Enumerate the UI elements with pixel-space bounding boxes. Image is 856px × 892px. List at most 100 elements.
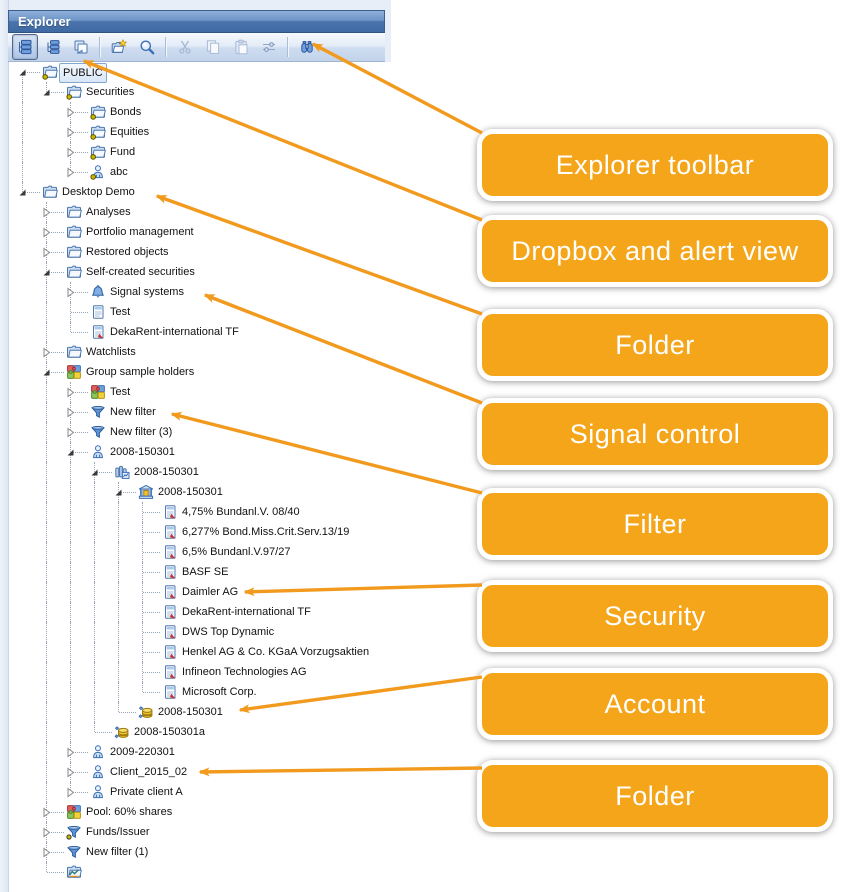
tree-item[interactable]	[9, 862, 469, 882]
toolbar-adjust-button[interactable]	[256, 34, 282, 60]
tree-guide-stub	[143, 532, 160, 533]
doc-red-icon	[162, 664, 178, 680]
doc-red-icon	[162, 684, 178, 700]
collapse-icon[interactable]	[41, 87, 52, 98]
expand-icon[interactable]	[65, 127, 76, 138]
collapse-icon[interactable]	[113, 487, 124, 498]
tree-item[interactable]: Client_2015_02	[9, 762, 469, 782]
expand-icon[interactable]	[41, 847, 52, 858]
callout-box: Security	[477, 580, 833, 652]
expand-icon[interactable]	[41, 347, 52, 358]
tree-item[interactable]: Restored objects	[9, 242, 469, 262]
tree-guide-line	[70, 542, 71, 562]
tree-item[interactable]: Funds/Issuer	[9, 822, 469, 842]
toolbar-dropbox-alert-view-button[interactable]	[68, 34, 94, 60]
expand-icon[interactable]	[41, 247, 52, 258]
tree-item[interactable]: Bonds	[9, 102, 469, 122]
tree-guide-line	[70, 322, 71, 332]
tree-item[interactable]: 2009-220301	[9, 742, 469, 762]
tree-item[interactable]: 6,5% Bundanl.V.97/27	[9, 542, 469, 562]
collapse-icon[interactable]	[17, 187, 28, 198]
expand-icon[interactable]	[65, 747, 76, 758]
toolbar-paste-button[interactable]	[228, 34, 254, 60]
expand-icon[interactable]	[41, 227, 52, 238]
expand-icon[interactable]	[41, 827, 52, 838]
expand-icon[interactable]	[41, 207, 52, 218]
tree-item[interactable]: Portfolio management	[9, 222, 469, 242]
tree-item[interactable]: DWS Top Dynamic	[9, 622, 469, 642]
expand-icon[interactable]	[65, 107, 76, 118]
tree-item-label: 6,5% Bundanl.V.97/27	[179, 542, 293, 562]
tree-item[interactable]: Test	[9, 302, 469, 322]
tree-item[interactable]: Daimler AG	[9, 582, 469, 602]
collapse-icon[interactable]	[17, 67, 28, 78]
collapse-icon[interactable]	[65, 447, 76, 458]
tree-item[interactable]: Fund	[9, 142, 469, 162]
tree-guide-line	[70, 502, 71, 522]
toolbar-search-button[interactable]	[134, 34, 160, 60]
tree-guide-line	[118, 682, 119, 702]
tree-item-label: Funds/Issuer	[83, 822, 153, 842]
toolbar-copy-button[interactable]	[200, 34, 226, 60]
tree-guide-line	[22, 102, 23, 122]
collapse-icon[interactable]	[41, 267, 52, 278]
toolbar-new-folder-button[interactable]	[106, 34, 132, 60]
expand-icon[interactable]	[41, 807, 52, 818]
expand-icon[interactable]	[65, 387, 76, 398]
collapse-icon[interactable]	[89, 467, 100, 478]
tree-guide-stub	[71, 332, 88, 333]
tree-item[interactable]: Equities	[9, 122, 469, 142]
tree-item[interactable]: 2008-150301	[9, 702, 469, 722]
tree-item[interactable]: Private client A	[9, 782, 469, 802]
tree-item[interactable]: 2008-150301a	[9, 722, 469, 742]
tree-item[interactable]: 2008-150301	[9, 462, 469, 482]
tree-item[interactable]: DekaRent-international TF	[9, 322, 469, 342]
tree-item[interactable]: Watchlists	[9, 342, 469, 362]
toolbar-list-view-button[interactable]	[40, 34, 66, 60]
tree-item[interactable]: 6,277% Bond.Miss.Crit.Serv.13/19	[9, 522, 469, 542]
tree-guide-line	[46, 522, 47, 542]
callout-box: Account	[477, 668, 833, 740]
tree-item[interactable]: Group sample holders	[9, 362, 469, 382]
tree-item[interactable]: Infineon Technologies AG	[9, 662, 469, 682]
tree-item[interactable]: Signal systems	[9, 282, 469, 302]
tree-item[interactable]: 2008-150301	[9, 442, 469, 462]
toolbar-find-button[interactable]	[294, 34, 320, 60]
expand-icon[interactable]	[65, 287, 76, 298]
tree-item[interactable]: New filter	[9, 402, 469, 422]
callout-box: Folder	[477, 760, 833, 832]
tree-item[interactable]: Desktop Demo	[9, 182, 469, 202]
tree-item[interactable]: Test	[9, 382, 469, 402]
toolbar-tree-view-button[interactable]	[12, 34, 38, 60]
tree-item[interactable]: Self-created securities	[9, 262, 469, 282]
tree-guide-stub	[95, 732, 112, 733]
bell-icon	[90, 284, 106, 300]
tree-item-label: 6,277% Bond.Miss.Crit.Serv.13/19	[179, 522, 352, 542]
tree-item[interactable]: DekaRent-international TF	[9, 602, 469, 622]
tree-item[interactable]: PUBLIC	[9, 62, 469, 82]
tree-guide-line	[46, 502, 47, 522]
callout-label: Account	[604, 689, 705, 720]
folder-icon	[66, 204, 82, 220]
expand-icon[interactable]	[65, 427, 76, 438]
expand-icon[interactable]	[65, 787, 76, 798]
toolbar-cut-button[interactable]	[172, 34, 198, 60]
tree-item[interactable]: Microsoft Corp.	[9, 682, 469, 702]
tree-item[interactable]: New filter (3)	[9, 422, 469, 442]
expand-icon[interactable]	[65, 407, 76, 418]
tree-item[interactable]: abc	[9, 162, 469, 182]
tree-item[interactable]: Henkel AG & Co. KGaA Vorzugsaktien	[9, 642, 469, 662]
tree-item[interactable]: 2008-150301	[9, 482, 469, 502]
tree-item[interactable]: Securities	[9, 82, 469, 102]
tree-item[interactable]: BASF SE	[9, 562, 469, 582]
tree-guide-stub	[143, 552, 160, 553]
expand-icon[interactable]	[65, 767, 76, 778]
tree-item[interactable]: Pool: 60% shares	[9, 802, 469, 822]
expand-icon[interactable]	[65, 167, 76, 178]
tree-item[interactable]: New filter (1)	[9, 842, 469, 862]
tree-item[interactable]: 4,75% Bundanl.V. 08/40	[9, 502, 469, 522]
collapse-icon[interactable]	[41, 367, 52, 378]
expand-icon[interactable]	[65, 147, 76, 158]
tree-item[interactable]: Analyses	[9, 202, 469, 222]
folder-icon	[66, 264, 82, 280]
